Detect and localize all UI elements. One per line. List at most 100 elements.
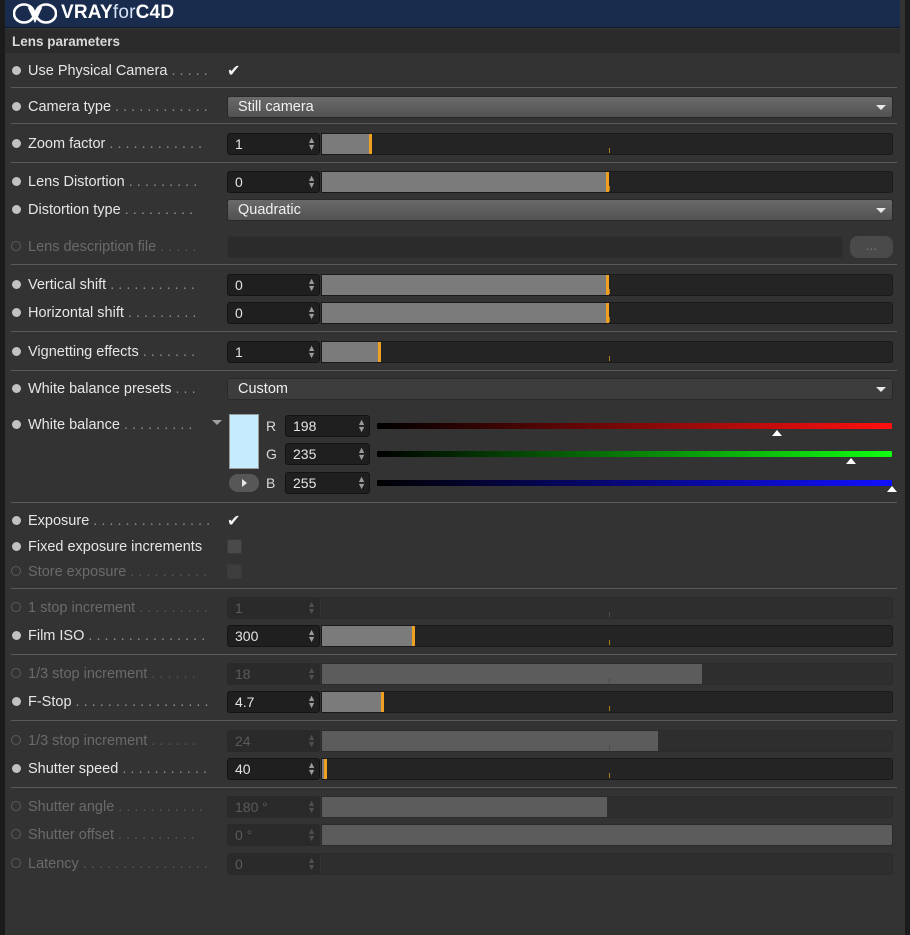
animation-dot-icon[interactable] [12,542,21,551]
animation-dot-icon[interactable] [12,102,21,111]
spinner-arrows-icon[interactable]: ▲ ▼ [307,628,316,644]
section-title: Lens parameters [12,34,121,49]
vignetting-effects-input[interactable]: 1 ▲ ▼ [227,341,320,363]
blue-channel-input[interactable]: 255 ▲ ▼ [285,472,370,494]
slider-handle[interactable] [369,134,372,154]
animation-dot-icon[interactable] [12,177,21,186]
shutter-offset-slider[interactable] [321,824,893,846]
animation-dot-icon[interactable] [12,697,21,706]
spinner-arrows-icon[interactable]: ▲ ▼ [307,827,316,843]
slider-center-tick [609,186,610,191]
animation-dot-icon[interactable] [12,280,21,289]
spinner-arrows-icon[interactable]: ▲ ▼ [307,136,316,152]
spinner-arrows-icon[interactable]: ▲ ▼ [357,446,366,462]
one-stop-increment-slider[interactable] [321,597,893,619]
white-balance-presets-dropdown[interactable]: Custom [227,378,893,400]
animation-dot-icon[interactable] [12,420,21,429]
distortion-type-dropdown[interactable]: Quadratic [227,199,893,221]
white-balance-color-swatch[interactable] [229,414,259,469]
spinner-arrows-icon[interactable]: ▲ ▼ [307,694,316,710]
camera-type-dropdown[interactable]: Still camera [227,96,893,118]
zoom-factor-input[interactable]: 1 ▲ ▼ [227,133,320,155]
lens-distortion-input[interactable]: 0 ▲ ▼ [227,171,320,193]
camera-type-label: Camera type . . . . . . . . . . . . [28,99,208,115]
lens-distortion-slider[interactable] [321,171,893,193]
separator [11,588,897,589]
spinner-arrows-icon[interactable]: ▲ ▼ [357,418,366,434]
animation-dot-icon[interactable] [12,516,21,525]
spinner-arrows-icon[interactable]: ▲ ▼ [307,305,316,321]
third-stop-increment-input[interactable]: 18 ▲ ▼ [227,663,320,685]
slider-handle[interactable] [412,626,415,646]
green-channel-input[interactable]: 235 ▲ ▼ [285,443,370,465]
slider-center-tick [609,745,610,750]
latency-slider[interactable] [321,853,893,875]
animation-dot-icon[interactable] [12,764,21,773]
slider-handle[interactable] [381,692,384,712]
fixed-exposure-increments-checkbox[interactable] [227,537,243,554]
green-channel-slider[interactable] [377,451,892,457]
film-iso-input[interactable]: 300 ▲ ▼ [227,625,320,647]
third-stop-increment-slider[interactable] [321,730,893,752]
animation-dot-icon[interactable] [12,384,21,393]
spinner-arrows-icon[interactable]: ▲ ▼ [307,761,316,777]
spinner-arrows-icon[interactable]: ▲ ▼ [307,344,316,360]
blue-channel-slider[interactable] [377,480,892,486]
latency-input[interactable]: 0 ▲ ▼ [227,853,320,875]
latency-label: Latency . . . . . . . . . . . . . . . . [28,856,208,872]
vertical-shift-slider[interactable] [321,274,893,296]
lens-description-file-input[interactable] [227,236,843,258]
one-stop-increment-input[interactable]: 1 ▲ ▼ [227,597,320,619]
spinner-arrows-icon[interactable]: ▲ ▼ [357,475,366,491]
horizontal-shift-slider[interactable] [321,302,893,324]
vertical-shift-input[interactable]: 0 ▲ ▼ [227,274,320,296]
zoom-factor-slider[interactable] [321,133,893,155]
spinner-arrows-icon[interactable]: ▲ ▼ [307,277,316,293]
checkbox-box [227,564,242,579]
row-use-physical-camera: Use Physical Camera . . . . . ✔ [5,59,900,83]
vignetting-effects-slider[interactable] [321,341,893,363]
spinner-arrows-icon[interactable]: ▲ ▼ [307,856,316,872]
f-stop-slider[interactable] [321,691,893,713]
red-channel-input[interactable]: 198 ▲ ▼ [285,415,370,437]
slider-handle[interactable] [324,759,327,779]
animation-dot-icon[interactable] [12,308,21,317]
spinner-arrows-icon[interactable]: ▲ ▼ [307,600,316,616]
use-physical-camera-checkbox[interactable]: ✔ [227,61,243,79]
shutter-speed-slider[interactable] [321,758,893,780]
third-stop-increment-label: 1/3 stop increment . . . . . . [28,666,196,682]
animation-dot-icon[interactable] [12,205,21,214]
blue-channel-marker[interactable] [887,486,897,492]
third-stop-increment-slider[interactable] [321,663,893,685]
separator [11,370,897,371]
color-picker-toggle-button[interactable] [229,474,259,492]
fixed-exposure-increments-label: Fixed exposure increments [28,539,203,555]
store-exposure-checkbox[interactable] [227,562,243,579]
animation-dot-icon[interactable] [12,66,21,75]
horizontal-shift-input[interactable]: 0 ▲ ▼ [227,302,320,324]
slider-handle[interactable] [378,342,381,362]
film-iso-slider[interactable] [321,625,893,647]
spinner-arrows-icon[interactable]: ▲ ▼ [307,666,316,682]
shutter-angle-input[interactable]: 180 ° ▲ ▼ [227,796,320,818]
checkmark-icon: ✔ [227,511,241,530]
exposure-checkbox[interactable]: ✔ [227,511,243,530]
animation-dot-icon[interactable] [12,631,21,640]
slider-fill [322,825,892,845]
shutter-speed-input[interactable]: 40 ▲ ▼ [227,758,320,780]
third-stop-increment-input[interactable]: 24 ▲ ▼ [227,730,320,752]
animation-dot-icon[interactable] [12,139,21,148]
green-channel-marker[interactable] [846,458,856,464]
animation-dot-icon[interactable] [12,347,21,356]
spinner-arrows-icon[interactable]: ▲ ▼ [307,799,316,815]
shutter-offset-input[interactable]: 0 ° ▲ ▼ [227,824,320,846]
spinner-arrows-icon[interactable]: ▲ ▼ [307,733,316,749]
red-channel-marker[interactable] [772,430,782,436]
f-stop-input[interactable]: 4.7 ▲ ▼ [227,691,320,713]
browse-file-button[interactable]: ... [850,236,893,258]
spinner-arrows-icon[interactable]: ▲ ▼ [307,174,316,190]
red-channel-slider[interactable] [377,423,892,429]
shutter-angle-slider[interactable] [321,796,893,818]
f-stop-label: F-Stop . . . . . . . . . . . . . . . . . [28,694,209,710]
expand-arrow-icon[interactable] [212,420,222,425]
